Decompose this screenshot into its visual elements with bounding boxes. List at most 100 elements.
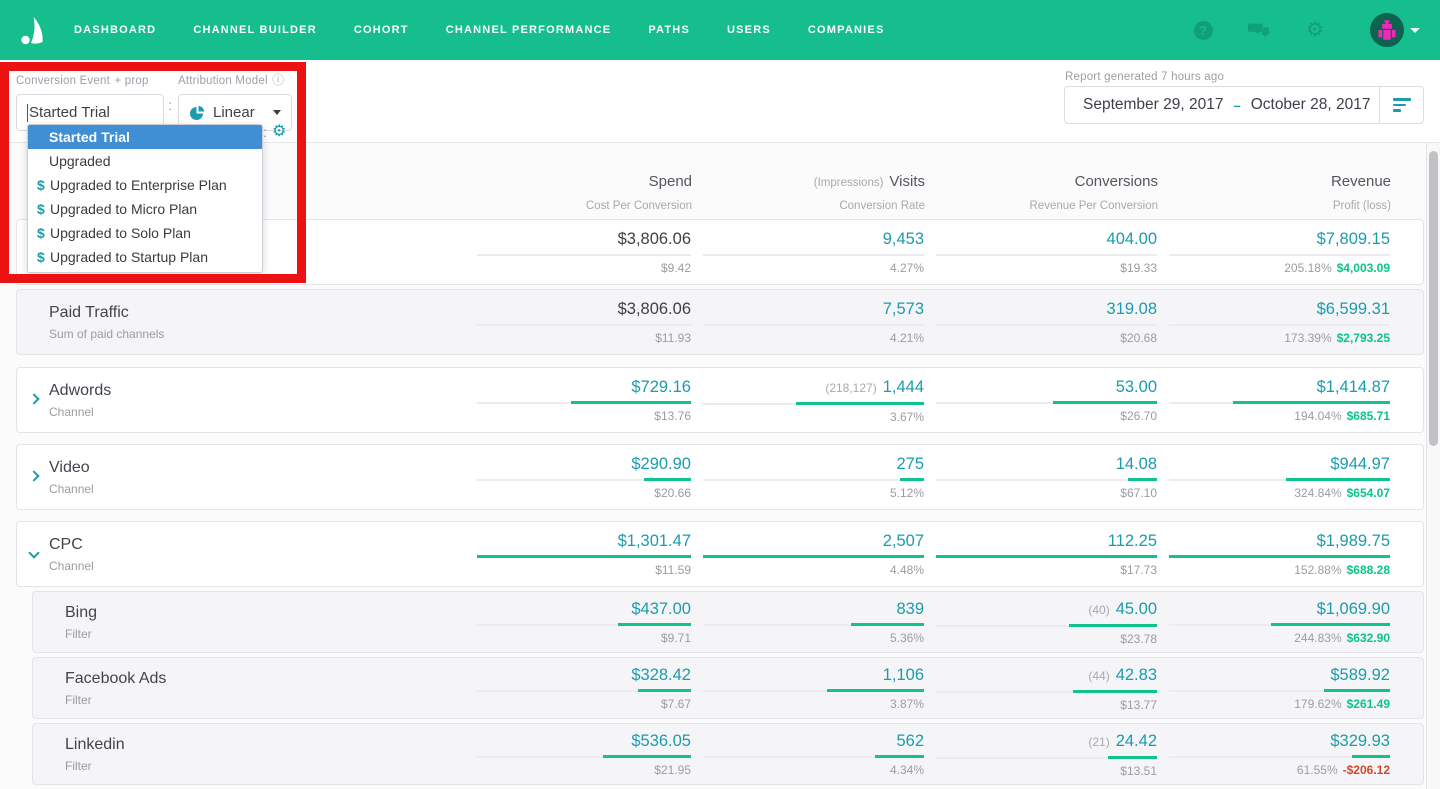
share-bar <box>643 478 691 481</box>
row-title[interactable]: Paid Traffic <box>49 304 465 322</box>
metric-value[interactable]: $7,809.15 <box>1317 230 1390 248</box>
table-row: CPC Channel $1,301.47 $11.59 2,507 4.48%… <box>16 521 1424 587</box>
metric-underline <box>936 623 1157 627</box>
metric-cell: $1,414.87 194.04% $685.71 <box>1157 368 1390 432</box>
row-header: CPC Channel <box>17 522 465 586</box>
metric-sub: $7.67 <box>660 697 691 711</box>
share-bar <box>875 755 924 758</box>
table-body: $3,806.06 $9.42 9,453 4.27% 404.00 $19.3… <box>16 219 1424 785</box>
metric-subvalue: $21.95 <box>465 763 691 777</box>
row-subtitle: Channel <box>49 404 94 419</box>
nav-item-channel-builder[interactable]: CHANNEL BUILDER <box>193 24 317 36</box>
metric-value[interactable]: 14.08 <box>1116 455 1157 473</box>
scrollbar-thumb[interactable] <box>1429 151 1438 446</box>
metric-value[interactable]: 7,573 <box>883 300 924 318</box>
metric-value[interactable]: 404.00 <box>1107 230 1157 248</box>
metric-subvalue: 205.18% $4,003.09 <box>1157 261 1390 275</box>
dropdown-item-upgraded-solo[interactable]: $ Upgraded to Solo Plan <box>28 221 262 245</box>
app-logo-icon[interactable] <box>20 14 50 46</box>
pie-chart-icon <box>190 105 205 120</box>
expand-chevron-icon[interactable] <box>30 395 39 404</box>
metric-value[interactable]: 1,106 <box>883 666 924 684</box>
metric-subvalue: 5.36% <box>691 631 924 645</box>
info-icon[interactable]: ⓘ <box>272 73 284 87</box>
metric-value[interactable]: 24.42 <box>1116 732 1157 750</box>
share-bar <box>1286 478 1390 481</box>
metric-value[interactable]: 53.00 <box>1116 378 1157 396</box>
help-icon[interactable]: ? <box>1192 19 1214 41</box>
metric-sub: 4.48% <box>889 563 924 577</box>
row-title[interactable]: Video <box>49 459 465 477</box>
nav-item-users[interactable]: USERS <box>727 24 771 36</box>
column-prefix: (Impressions) <box>813 176 884 189</box>
row-title[interactable]: CPC <box>49 536 465 554</box>
metric-value[interactable]: $3,806.06 <box>618 230 691 248</box>
metric-profit: $632.90 <box>1346 631 1390 645</box>
sort-lines-icon[interactable] <box>1379 87 1423 123</box>
row-title[interactable]: Facebook Ads <box>65 670 465 688</box>
metric-value[interactable]: $1,989.75 <box>1317 532 1390 550</box>
row-cells: $3,806.06 $9.42 9,453 4.27% 404.00 $19.3… <box>465 220 1423 284</box>
metric-cell: 275 5.12% <box>691 445 924 509</box>
event-settings-gear-icon[interactable]: ⚙ <box>272 121 286 141</box>
metric-value[interactable]: $328.42 <box>631 666 691 684</box>
metric-value[interactable]: 112.25 <box>1108 532 1157 550</box>
metric-value[interactable]: 319.08 <box>1107 300 1157 318</box>
metric-subvalue: $19.33 <box>924 261 1157 275</box>
user-avatar <box>1370 13 1404 47</box>
metric-value[interactable]: $1,414.87 <box>1317 378 1390 396</box>
metric-cell: (218,127) 1,444 3.67% <box>691 368 924 432</box>
metric-underline <box>477 401 691 404</box>
metric-value[interactable]: $329.93 <box>1330 732 1390 750</box>
metric-value[interactable]: $6,599.31 <box>1317 300 1390 318</box>
metric-value[interactable]: $437.00 <box>631 600 691 618</box>
metric-cell: 319.08 $20.68 <box>924 290 1157 354</box>
metric-value[interactable]: $536.05 <box>631 732 691 750</box>
settings-gear-icon[interactable]: ⚙ <box>1304 19 1326 41</box>
date-range-picker[interactable]: September 29, 2017 – October 28, 2017 <box>1064 86 1424 124</box>
metric-value[interactable]: 2,507 <box>883 532 924 550</box>
metric-value[interactable]: $3,806.06 <box>618 300 691 318</box>
dropdown-item-upgraded-enterprise[interactable]: $ Upgraded to Enterprise Plan <box>28 173 262 197</box>
metric-value[interactable]: 45.00 <box>1116 600 1157 618</box>
metric-sub: $23.78 <box>1120 631 1157 646</box>
metric-percent: 324.84% <box>1294 486 1342 500</box>
metric-value[interactable]: $1,069.90 <box>1317 600 1390 618</box>
metric-value[interactable]: 839 <box>896 600 924 618</box>
metric-value[interactable]: 42.83 <box>1116 666 1157 684</box>
metric-cell: 562 4.34% <box>691 724 924 784</box>
metric-underline <box>936 254 1157 256</box>
metric-value[interactable]: 9,453 <box>883 230 924 248</box>
nav-item-paths[interactable]: PATHS <box>648 24 690 36</box>
metric-value[interactable]: $589.92 <box>1330 666 1390 684</box>
metric-value[interactable]: 562 <box>896 732 924 750</box>
dropdown-item-upgraded-micro[interactable]: $ Upgraded to Micro Plan <box>28 197 262 221</box>
metric-value[interactable]: $944.97 <box>1330 455 1390 473</box>
nav-item-channel-performance[interactable]: CHANNEL PERFORMANCE <box>446 24 612 36</box>
metric-cell: 2,507 4.48% <box>691 522 924 586</box>
dropdown-item-started-trial[interactable]: Started Trial <box>28 125 262 149</box>
metric-cell: $329.93 61.55% -$206.12 <box>1157 724 1390 784</box>
nav-item-cohort[interactable]: COHORT <box>354 24 409 36</box>
metric-value[interactable]: $290.90 <box>631 455 691 473</box>
account-menu[interactable] <box>1370 13 1420 47</box>
nav-item-companies[interactable]: COMPANIES <box>808 24 885 36</box>
metric-cell: $589.92 179.62% $261.49 <box>1157 658 1390 718</box>
add-prop-link[interactable]: + prop <box>114 75 148 87</box>
metric-value[interactable]: $1,301.47 <box>618 532 691 550</box>
expand-chevron-icon[interactable] <box>30 549 39 558</box>
nav-item-dashboard[interactable]: DASHBOARD <box>74 24 156 36</box>
date-separator: – <box>1233 97 1241 113</box>
row-title[interactable]: Adwords <box>49 382 465 400</box>
expand-chevron-icon[interactable] <box>30 472 39 481</box>
row-title[interactable]: Bing <box>65 604 465 622</box>
dropdown-item-upgraded-startup[interactable]: $ Upgraded to Startup Plan <box>28 245 262 269</box>
metric-value[interactable]: 275 <box>896 455 924 473</box>
row-title[interactable]: Linkedin <box>65 736 465 754</box>
chat-icon[interactable] <box>1248 19 1270 41</box>
metric-value[interactable]: 1,444 <box>883 378 924 396</box>
vertical-scrollbar[interactable] <box>1426 143 1440 789</box>
metric-sub: 5.36% <box>889 631 924 645</box>
metric-value[interactable]: $729.16 <box>631 378 691 396</box>
dropdown-item-upgraded[interactable]: Upgraded <box>28 149 262 173</box>
